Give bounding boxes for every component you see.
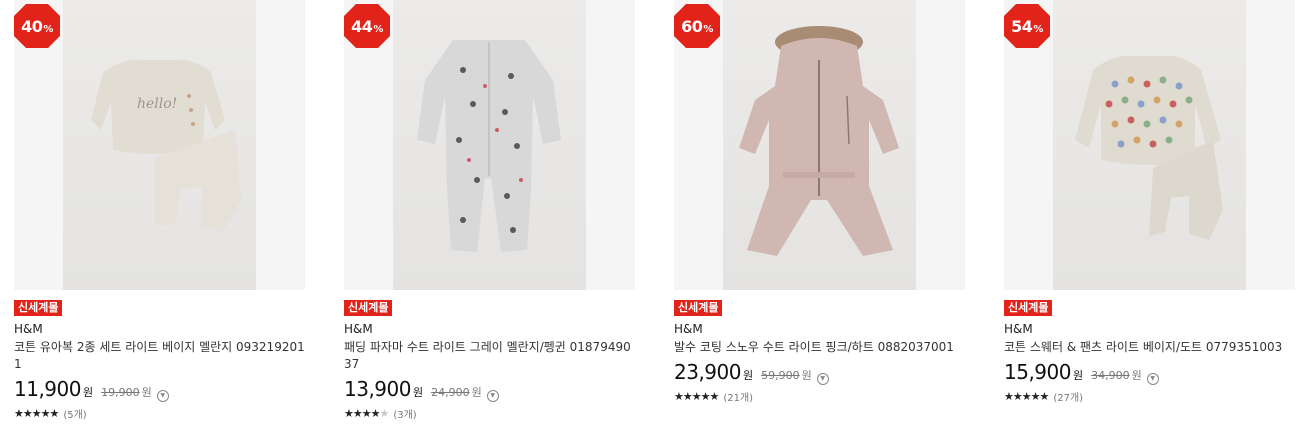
discount-value: 40 <box>21 16 43 36</box>
sale-price: 23,900 <box>674 360 741 384</box>
price-row: 13,900 원 24,900 원 ▼ <box>344 377 635 403</box>
product-name[interactable]: 코튼 스웨터 & 팬츠 라이트 베이지/도트 0779351003 <box>1004 339 1295 356</box>
review-count[interactable]: (5개) <box>63 406 86 421</box>
price-info-icon[interactable]: ▼ <box>156 389 169 402</box>
star-rating-icon: ★★★★★ <box>674 389 719 403</box>
product-name[interactable]: 코튼 유아복 2종 세트 라이트 베이지 멜란지 0932192011 <box>14 339 305 373</box>
currency-unit: 원 <box>82 386 94 399</box>
review-count[interactable]: (27개) <box>1053 389 1083 404</box>
product-card[interactable]: 44% 신세계몰 H&M 패딩 파자마 수트 라이트 그레이 멜란지/펭귄 01… <box>344 0 635 448</box>
rating-row: ★★★★★ (21개) <box>674 388 965 404</box>
original-price: 34,900 <box>1091 369 1130 382</box>
product-name[interactable]: 발수 코팅 스노우 수트 라이트 핑크/하트 0882037001 <box>674 339 965 356</box>
mall-tag: 신세계몰 <box>14 300 63 316</box>
price-row: 23,900 원 59,900 원 ▼ <box>674 360 965 386</box>
sale-price: 13,900 <box>344 377 411 401</box>
currency-unit: 원 <box>412 386 424 399</box>
brand-name[interactable]: H&M <box>14 322 305 337</box>
mall-tag: 신세계몰 <box>1004 300 1053 316</box>
original-price: 24,900 <box>431 386 470 399</box>
review-count[interactable]: (3개) <box>393 406 416 421</box>
product-card[interactable]: 54% 신세계몰 H&M 코튼 스웨터 & 팬츠 라이트 베이지/도트 0779… <box>1004 0 1295 448</box>
rating-row: ★★★★★ (5개) <box>14 405 305 421</box>
original-currency-unit: 원 <box>141 386 152 399</box>
original-currency-unit: 원 <box>1131 369 1142 382</box>
price-info-icon[interactable]: ▼ <box>1146 372 1159 385</box>
snow-suit-image[interactable] <box>723 0 916 290</box>
discount-badge: 54% <box>1004 4 1050 48</box>
percent-sign: % <box>373 23 383 35</box>
product-card[interactable]: hello! 40% 신세계몰 H&M 코튼 유아복 2종 세트 라이트 베이지… <box>14 0 305 448</box>
mall-tag: 신세계몰 <box>674 300 723 316</box>
sale-price: 11,900 <box>14 377 81 401</box>
brand-name[interactable]: H&M <box>344 322 635 337</box>
discount-badge: 44% <box>344 4 390 48</box>
discount-badge: 40% <box>14 4 60 48</box>
price-row: 11,900 원 19,900 원 ▼ <box>14 377 305 403</box>
product-card[interactable]: 60% 신세계몰 H&M 발수 코팅 스노우 수트 라이트 핑크/하트 0882… <box>674 0 965 448</box>
baby-sweater-set-image[interactable]: hello! <box>63 0 256 290</box>
percent-sign: % <box>703 23 713 35</box>
product-thumbnail[interactable]: 54% <box>1004 0 1295 290</box>
currency-unit: 원 <box>742 369 754 382</box>
pajama-suit-image[interactable] <box>393 0 586 290</box>
mall-tag: 신세계몰 <box>344 300 393 316</box>
product-thumbnail[interactable]: 44% <box>344 0 635 290</box>
price-info-icon[interactable]: ▼ <box>486 389 499 402</box>
original-price: 59,900 <box>761 369 800 382</box>
product-grid: hello! 40% 신세계몰 H&M 코튼 유아복 2종 세트 라이트 베이지… <box>0 0 1303 448</box>
review-count[interactable]: (21개) <box>723 389 753 404</box>
price-info-icon[interactable]: ▼ <box>816 372 829 385</box>
original-price: 19,900 <box>101 386 140 399</box>
discount-badge: 60% <box>674 4 720 48</box>
product-thumbnail[interactable]: hello! 40% <box>14 0 305 290</box>
sweater-pants-image[interactable] <box>1053 0 1246 290</box>
discount-value: 54 <box>1011 16 1033 36</box>
star-rating-icon: ★★★★★ <box>14 406 59 420</box>
brand-name[interactable]: H&M <box>674 322 965 337</box>
brand-name[interactable]: H&M <box>1004 322 1295 337</box>
discount-value: 60 <box>681 16 703 36</box>
star-rating-icon: ★★★★★ <box>344 406 389 420</box>
star-rating-icon: ★★★★★ <box>1004 389 1049 403</box>
percent-sign: % <box>1033 23 1043 35</box>
sale-price: 15,900 <box>1004 360 1071 384</box>
product-name[interactable]: 패딩 파자마 수트 라이트 그레이 멜란지/펭귄 0187949037 <box>344 339 635 373</box>
rating-row: ★★★★★ (27개) <box>1004 388 1295 404</box>
original-currency-unit: 원 <box>471 386 482 399</box>
percent-sign: % <box>43 23 53 35</box>
original-currency-unit: 원 <box>801 369 812 382</box>
price-row: 15,900 원 34,900 원 ▼ <box>1004 360 1295 386</box>
svg-text:hello!: hello! <box>137 96 177 112</box>
discount-value: 44 <box>351 16 373 36</box>
currency-unit: 원 <box>1072 369 1084 382</box>
product-thumbnail[interactable]: 60% <box>674 0 965 290</box>
rating-row: ★★★★★ (3개) <box>344 405 635 421</box>
